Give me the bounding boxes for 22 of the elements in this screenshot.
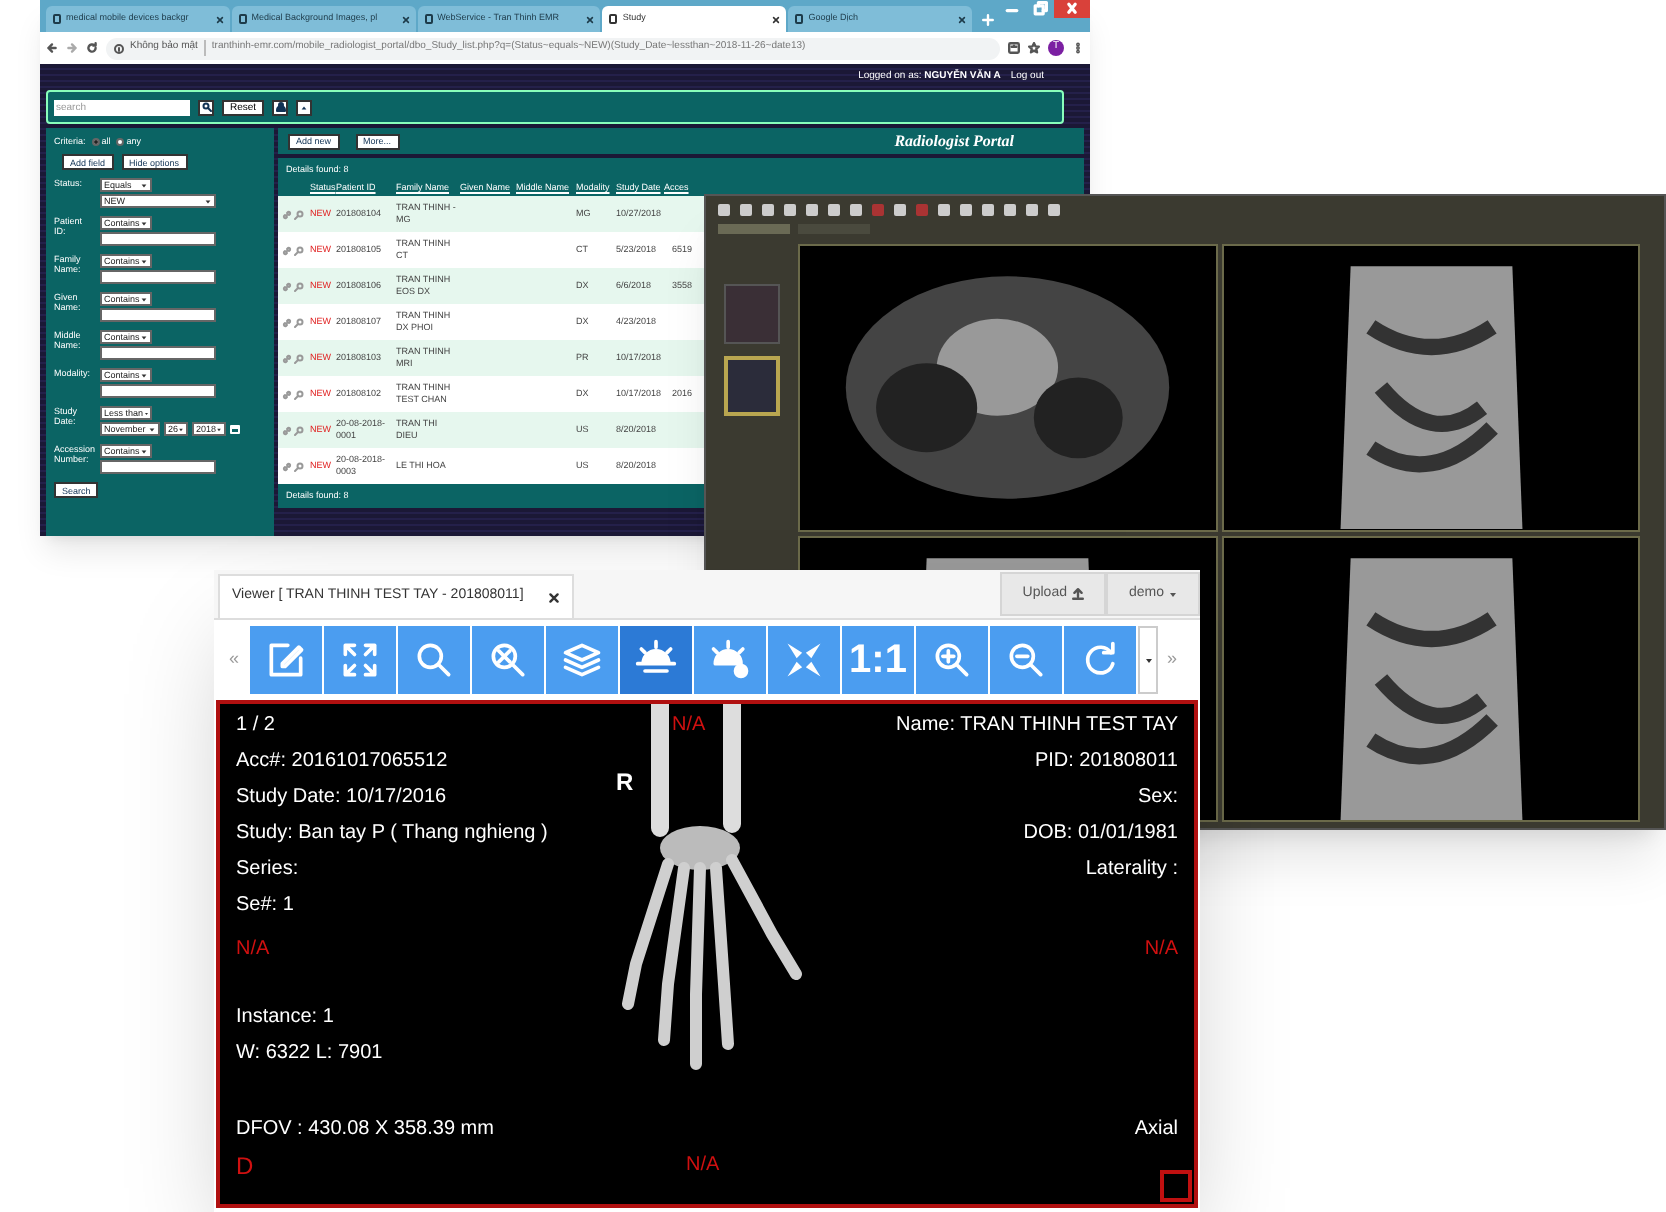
overlay-text: Study Date: 10/17/2016 xyxy=(236,784,447,812)
overlay-text: PID: 201808011 xyxy=(1034,748,1178,776)
overlay-marker: N/A xyxy=(686,1152,720,1180)
overlay-text: Acc#: 20161017065512 xyxy=(236,748,448,776)
portal-brand: Radiologist Portal xyxy=(894,129,1016,153)
overlay-text: Series: xyxy=(236,856,299,884)
overlay-marker: N/A xyxy=(1144,936,1178,964)
overlay-marker: N/A xyxy=(236,936,270,964)
overlay-text: Laterality : xyxy=(1085,856,1178,884)
overlay-text: W: 6322 L: 7901 xyxy=(236,1040,383,1068)
overlay-text: Se#: 1 xyxy=(236,892,294,920)
overlay-text: Name: TRAN THINH TEST TAY xyxy=(896,712,1178,740)
overlay-text: Instance: 1 xyxy=(236,1004,334,1032)
overlay-text: Study: Ban tay P ( Thang nghieng ) xyxy=(236,820,548,848)
overlay-text: Axial xyxy=(1134,1116,1178,1144)
orientation-label: R xyxy=(616,766,634,800)
overlay-text: DFOV : 430.08 X 358.39 mm xyxy=(236,1116,494,1144)
overlay-marker: D xyxy=(236,1150,254,1184)
overlay-text: 1 / 2 xyxy=(236,712,275,740)
overlay-text: Sex: xyxy=(1137,784,1178,812)
overlay-marker: N/A xyxy=(672,712,706,740)
overlay-text: DOB: 01/01/1981 xyxy=(1023,820,1178,848)
